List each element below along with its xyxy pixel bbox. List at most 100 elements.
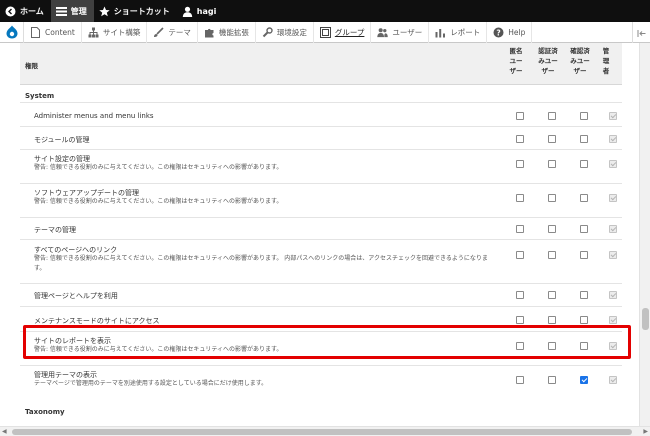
user-link[interactable]: hagi: [177, 0, 224, 22]
collapse-icon: [637, 23, 646, 42]
checkbox-verified[interactable]: [580, 194, 588, 202]
checkbox-authenticated[interactable]: [548, 291, 556, 299]
checkbox-administrator: [609, 316, 617, 324]
checkbox-authenticated[interactable]: [548, 194, 556, 202]
checkbox-authenticated[interactable]: [548, 225, 556, 233]
checkbox-verified[interactable]: [580, 291, 588, 299]
permission-row: 管理ページとヘルプを利用: [20, 284, 622, 307]
role-header-verified[interactable]: 確認済 みユー ザー: [565, 46, 595, 76]
tray-item-label: ユーザー: [392, 27, 423, 37]
checkbox-anonymous[interactable]: [516, 316, 524, 324]
home-link[interactable]: ホーム: [0, 0, 51, 22]
checkbox-authenticated[interactable]: [548, 251, 556, 259]
manage-link[interactable]: 管理: [50, 0, 94, 22]
tray-item-label: 環境設定: [276, 27, 307, 37]
tray-item-content[interactable]: Content: [24, 21, 82, 43]
permission-column-header: 権限: [25, 62, 38, 70]
checkbox-authenticated[interactable]: [548, 135, 556, 143]
permission-row: すべてのページへのリンク 警告: 信頼できる役割のみに与えてください。この権限はセ…: [20, 241, 622, 284]
permission-row: テーマの管理: [20, 218, 622, 240]
section-system: System: [20, 89, 622, 103]
permission-description: 警告: 信頼できる役割のみに与えてください。この権限はセキュリティへの影響があり…: [34, 346, 283, 353]
user-icon: [182, 6, 193, 17]
wrench-icon: [262, 26, 273, 38]
permission-row: モジュールの管理: [20, 128, 622, 150]
admin-tray: Content サイト構築 テーマ 機能拡張 環境設定 グループ ユーザー レポ…: [0, 21, 650, 43]
checkbox-verified[interactable]: [580, 251, 588, 259]
checkbox-authenticated[interactable]: [548, 342, 556, 350]
checkbox-authenticated[interactable]: [548, 316, 556, 324]
checkbox-administrator: [609, 225, 617, 233]
star-icon: [99, 6, 110, 17]
checkbox-verified[interactable]: [580, 160, 588, 168]
checkbox-verified[interactable]: [580, 376, 588, 384]
group-icon: [319, 26, 331, 38]
menu-icon: [55, 6, 67, 17]
checkbox-authenticated[interactable]: [548, 160, 556, 168]
back-circle-icon: [5, 6, 16, 17]
tray-item-extend[interactable]: 機能拡張: [198, 21, 256, 43]
checkbox-anonymous[interactable]: [516, 160, 524, 168]
role-header-anonymous[interactable]: 匿名 ユー ザー: [503, 46, 529, 76]
checkbox-authenticated[interactable]: [548, 376, 556, 384]
checkbox-administrator: [609, 160, 617, 168]
permission-row: サイト設定の管理 警告: 信頼できる役割のみに与えてください。この権限はセキュリテ…: [20, 150, 622, 184]
puzzle-icon: [204, 27, 215, 38]
checkbox-administrator: [609, 112, 617, 120]
checkbox-anonymous[interactable]: [516, 112, 524, 120]
shortcuts-label: ショートカット: [113, 6, 170, 16]
role-header-authenticated[interactable]: 認証済 みユー ザー: [533, 46, 563, 76]
tray-item-label: サイト構築: [102, 27, 141, 37]
tray-item-group[interactable]: グループ: [314, 21, 372, 43]
checkbox-anonymous[interactable]: [516, 194, 524, 202]
tray-item-appearance[interactable]: テーマ: [147, 21, 198, 43]
scroll-left-icon[interactable]: ◀: [2, 428, 7, 435]
vertical-scrollbar[interactable]: [639, 43, 650, 426]
horizontal-scrollbar[interactable]: ◀ ▶: [0, 426, 650, 436]
permission-description: テーマページで管理用のテーマを別途使用する設定としている場合にだけ使用します。: [34, 380, 268, 387]
checkbox-verified[interactable]: [580, 342, 588, 350]
tray-item-reports[interactable]: レポート: [429, 21, 488, 43]
scroll-right-icon[interactable]: ▶: [643, 428, 648, 435]
checkbox-anonymous[interactable]: [516, 135, 524, 143]
checkbox-administrator: [609, 135, 617, 143]
horizontal-scrollbar-thumb[interactable]: [12, 429, 632, 435]
permission-description: 警告: 信頼できる役割のみに与えてください。この権限はセキュリティへの影響があり…: [34, 198, 283, 205]
section-taxonomy: Taxonomy: [25, 408, 65, 416]
tray-orientation-toggle[interactable]: [632, 22, 650, 43]
checkbox-verified[interactable]: [580, 135, 588, 143]
checkbox-anonymous[interactable]: [516, 225, 524, 233]
tray-item-people[interactable]: ユーザー: [371, 21, 430, 43]
role-header-administrator[interactable]: 管 理 者: [598, 46, 614, 76]
manage-label: 管理: [70, 6, 87, 16]
file-icon: [30, 26, 41, 38]
checkbox-administrator: [609, 291, 617, 299]
checkbox-verified[interactable]: [580, 112, 588, 120]
permissions-table-header: 権限 匿名 ユー ザー 認証済 みユー ザー 確認済 みユー ザー 管 理 者: [20, 43, 622, 85]
brush-icon: [153, 26, 164, 38]
tray-item-label: テーマ: [168, 27, 191, 37]
tray-item-structure[interactable]: サイト構築: [82, 21, 148, 43]
checkbox-anonymous[interactable]: [516, 291, 524, 299]
main-content: 権限 匿名 ユー ザー 認証済 みユー ザー 確認済 みユー ザー 管 理 者 …: [0, 43, 639, 426]
permission-row: サイトのレポートを表示 警告: 信頼できる役割のみに与えてください。この権限はセキ…: [20, 332, 622, 366]
checkbox-anonymous[interactable]: [516, 251, 524, 259]
permission-description: 警告: 信頼できる役割のみに与えてください。この権限はセキュリティへの影響があり…: [34, 255, 488, 272]
checkbox-authenticated[interactable]: [548, 112, 556, 120]
permission-title: モジュールの管理: [34, 136, 90, 144]
checkbox-anonymous[interactable]: [516, 376, 524, 384]
checkbox-administrator: [609, 251, 617, 259]
vertical-scrollbar-thumb[interactable]: [642, 308, 649, 330]
tray-item-help[interactable]: ? Help: [487, 21, 533, 43]
tray-item-label: グループ: [334, 27, 365, 37]
help-icon: ?: [493, 27, 504, 38]
checkbox-verified[interactable]: [580, 316, 588, 324]
checkbox-verified[interactable]: [580, 225, 588, 233]
tray-item-label: Content: [45, 27, 75, 37]
permission-row: 管理用テーマの表示 テーマページで管理用のテーマを別途使用する設定としている場合に…: [20, 366, 622, 400]
drupal-logo-icon[interactable]: [0, 21, 24, 43]
permission-row: Administer menus and menu links: [20, 105, 622, 127]
tray-item-config[interactable]: 環境設定: [256, 21, 314, 43]
shortcuts-link[interactable]: ショートカット: [94, 0, 177, 22]
checkbox-anonymous[interactable]: [516, 342, 524, 350]
